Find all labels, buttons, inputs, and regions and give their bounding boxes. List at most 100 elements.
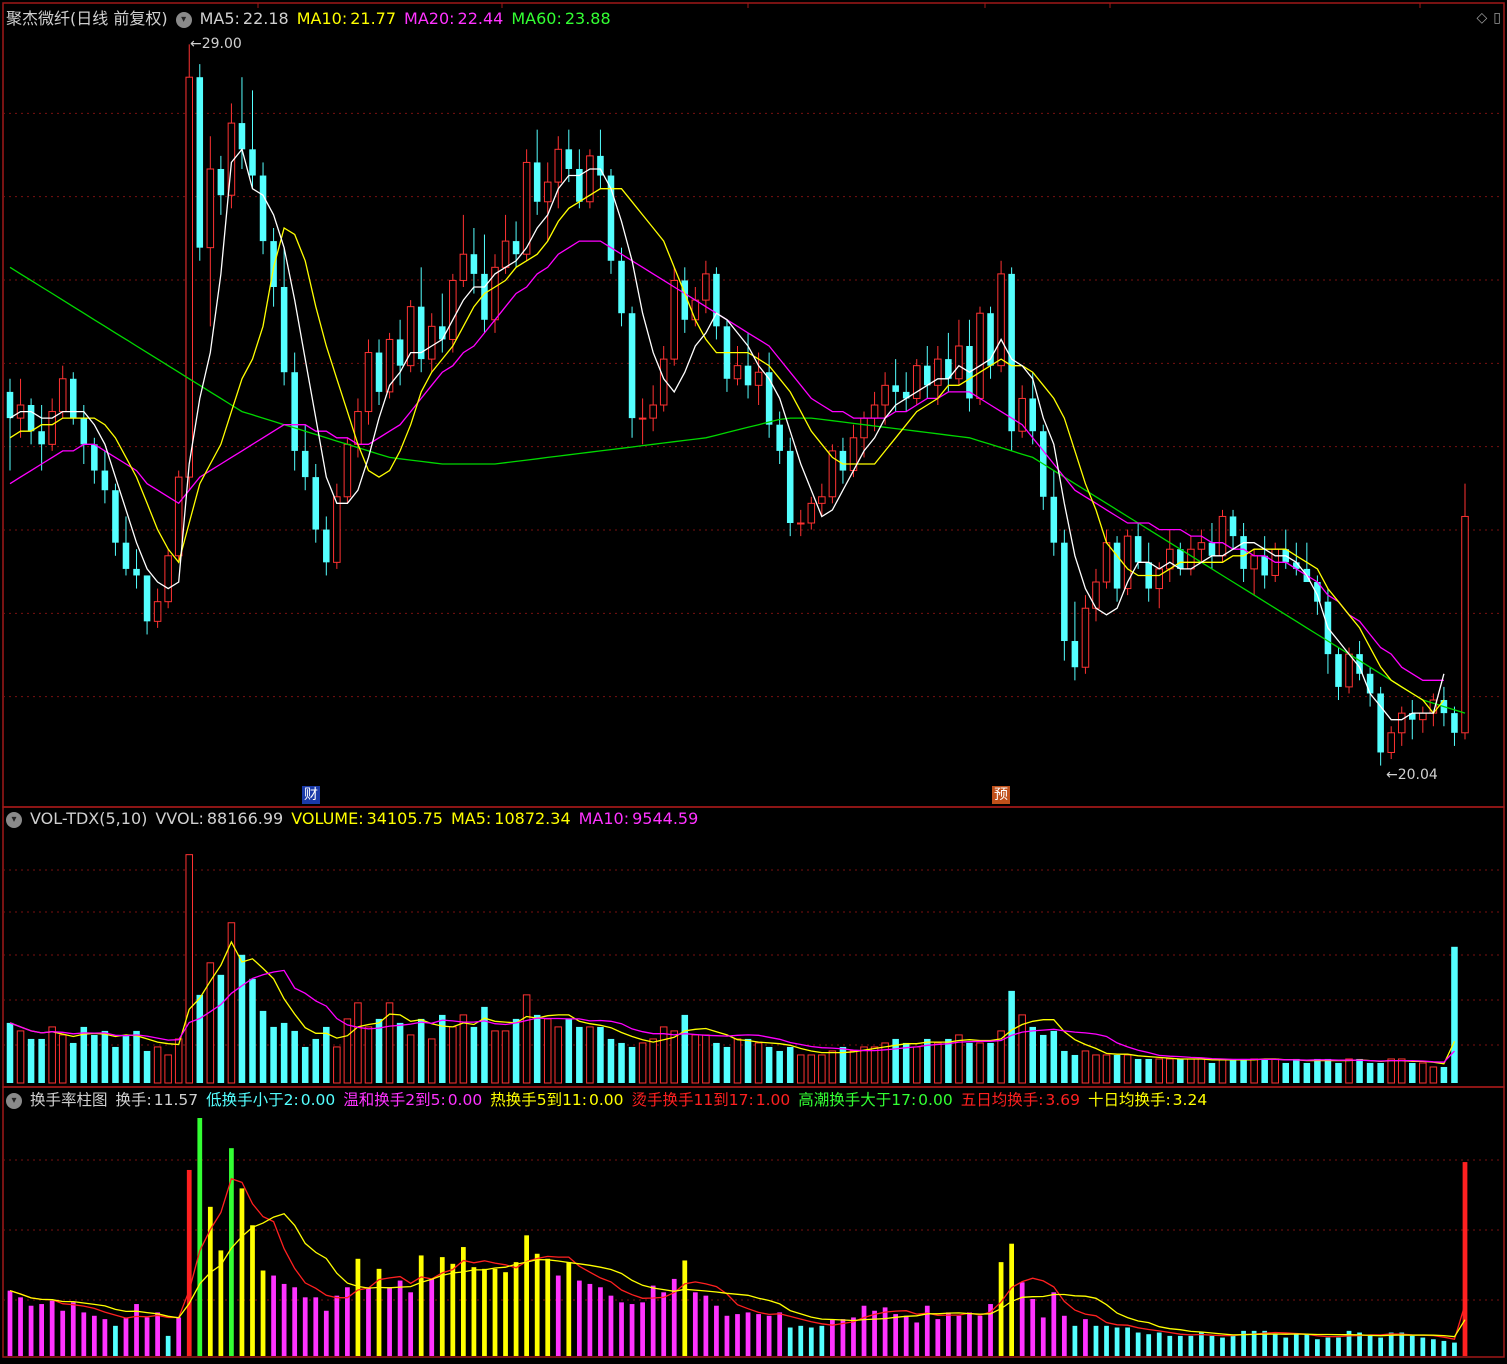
diamond-icon[interactable]: ◇ (1477, 10, 1488, 26)
turnover-bar (1156, 1332, 1162, 1356)
turnover-bar (1441, 1340, 1447, 1356)
volume-bar-down (597, 1026, 604, 1083)
turnover-bar (787, 1327, 793, 1356)
turnover-bar (49, 1300, 55, 1356)
ma5-value: 22.18 (242, 9, 289, 28)
volume-bar-up (702, 1034, 710, 1084)
candle-body-down (375, 352, 383, 392)
forecast-tag[interactable]: 预 (992, 786, 1010, 804)
volume-bar-down (238, 954, 246, 1083)
volume-bar-up (543, 1018, 552, 1084)
candle-body-down (312, 477, 320, 530)
turnover-bar (1336, 1337, 1341, 1356)
ma10-label: MA10: (296, 9, 348, 28)
candle-body-down (1366, 673, 1374, 694)
volume-bar-down (723, 1046, 731, 1083)
volume-bar-down (1071, 1054, 1079, 1083)
volume-bar-up (586, 1026, 594, 1084)
turnover-bar (1430, 1339, 1436, 1356)
candle-body-down (786, 450, 794, 524)
dropdown-icon[interactable]: ▾ (6, 1092, 22, 1109)
volume-bar-down (786, 1046, 794, 1083)
turnover-bar (1272, 1334, 1278, 1356)
candle-body-down (259, 175, 267, 242)
volume-bar-down (1324, 1058, 1332, 1083)
vol-indicator-name: VOL-TDX(5,10) (30, 809, 148, 828)
candle-body-up (1081, 607, 1090, 668)
volume-bar-down (1451, 946, 1458, 1083)
turnover-bar (102, 1319, 108, 1356)
candle-body-up (185, 76, 194, 478)
candle-body-up (58, 378, 67, 413)
vol-ma10-label: MA10: (578, 809, 630, 828)
volume-bar-up (976, 1042, 984, 1084)
volume-bar-down (122, 1034, 130, 1083)
turnover-bar (661, 1292, 667, 1356)
volume-bar-up (449, 1026, 457, 1084)
volume-bar-up (174, 1038, 183, 1084)
candle-body-down (1261, 555, 1268, 576)
turnover-bar (650, 1285, 656, 1356)
window-icon[interactable]: ▯ (1493, 10, 1501, 26)
candle-body-up (733, 365, 742, 380)
volume-bar-up (754, 1042, 763, 1084)
candle-body-up (333, 496, 341, 563)
volume-bar-down (323, 1026, 330, 1083)
candle-body-down (1177, 549, 1184, 569)
dropdown-icon[interactable]: ▾ (175, 11, 192, 28)
turnover-bar (798, 1325, 804, 1356)
turnover-bar (903, 1315, 909, 1356)
volume-bar-down (1039, 1034, 1047, 1083)
turnover-bar (1199, 1332, 1204, 1356)
volume-bar-down (27, 1038, 35, 1083)
dropdown-icon[interactable]: ▾ (6, 811, 22, 828)
turnover-bar (935, 1319, 941, 1356)
candle-body-up (491, 266, 499, 321)
turnover-bar (176, 1317, 182, 1356)
volume-bar-down (713, 1042, 720, 1083)
turnover-bar (808, 1327, 814, 1356)
turnover-bar (408, 1292, 414, 1356)
volume-bar-up (1218, 1058, 1227, 1084)
candle-body-up (1197, 542, 1206, 550)
volume-bar-down (1208, 1062, 1216, 1083)
volume-bar-down (1314, 1058, 1321, 1083)
turnover-bar (492, 1268, 498, 1356)
financial-report-tag[interactable]: 财 (302, 786, 320, 804)
turnover-value: 11.57 (153, 1091, 199, 1109)
candle-body-down (323, 529, 330, 563)
volume-bar-up (1197, 1058, 1206, 1084)
turnover-bar (1104, 1325, 1109, 1356)
volume-bar-up (1271, 1058, 1279, 1084)
volume-bar-up (659, 1026, 668, 1084)
stock-chart-workspace: 聚杰微纤(日线 前复权) ▾ MA5: 22.18 MA10: 21.77 MA20: 22.… (0, 0, 1507, 1360)
turnover-bar (397, 1280, 403, 1356)
volume-bar-down (1282, 1062, 1290, 1083)
volume-bar-down (270, 1026, 277, 1083)
ma10-value: 21.77 (350, 9, 397, 28)
volume-bar-down (1177, 1058, 1184, 1083)
volume-bar-up (796, 1054, 805, 1084)
turnover-bar (123, 1317, 129, 1356)
turnover-legend: ▾ 换手率柱图 换手: 11.57 低换手小于2: 0.00 温和换手2到5: 0.00 热换手… (6, 1089, 1215, 1111)
chart-canvas[interactable] (0, 0, 1507, 1360)
turnover-bar (745, 1312, 751, 1356)
volume-bar-down (38, 1038, 45, 1083)
turnover-bar (524, 1235, 530, 1356)
volume-bar-down (628, 1046, 636, 1083)
candle-body-down (1451, 713, 1458, 733)
volume-bar-down (1113, 1054, 1121, 1083)
volume-bar-up (912, 1046, 921, 1084)
turnover-indicator-name: 换手率柱图 (30, 1091, 108, 1109)
turnover-bar (872, 1310, 877, 1356)
volume-bar-down (1440, 1066, 1448, 1083)
turnover-bar (429, 1278, 435, 1356)
candle-body-up (1397, 712, 1406, 734)
turnover-bar (18, 1297, 23, 1356)
candle-body-down (196, 77, 204, 248)
volume-bar-up (164, 1054, 172, 1084)
volume-bar-down (902, 1042, 910, 1083)
volume-bar-down (312, 1038, 320, 1083)
candle-body-down (280, 286, 288, 373)
turnover-bar (819, 1325, 825, 1356)
